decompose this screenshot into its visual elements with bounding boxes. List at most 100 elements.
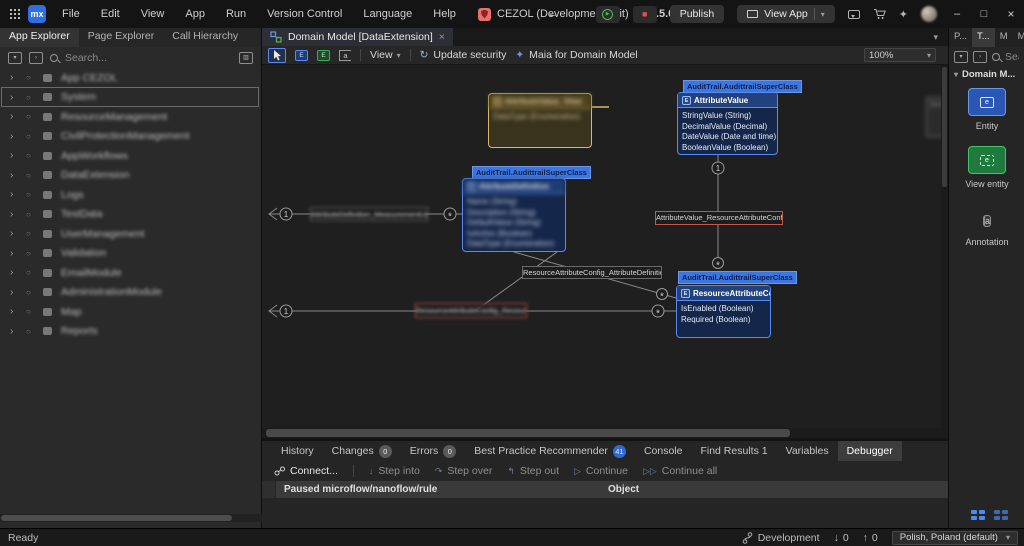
- back-button[interactable]: ←: [548, 8, 559, 20]
- menu-item[interactable]: Help: [433, 8, 456, 20]
- expand-chevron-icon[interactable]: ›: [10, 209, 17, 220]
- scrollbar-thumb[interactable]: [942, 67, 947, 187]
- tab-find-results[interactable]: Find Results 1: [691, 441, 776, 461]
- view-app-caret[interactable]: ▾: [821, 10, 825, 19]
- panel-options-icon[interactable]: ▥: [239, 52, 253, 64]
- feedback-icon[interactable]: [848, 10, 860, 19]
- tree-row[interactable]: › ○ Logs: [0, 185, 262, 205]
- entity-attributedefinition[interactable]: EAttributeDefinition Name (String)Descri…: [462, 178, 566, 252]
- toolbox-item-annotation[interactable]: a Annotation: [949, 210, 1024, 247]
- association-label-rac-attributedefinition[interactable]: ResourceAttributeConfig_AttributeDefinit…: [522, 266, 662, 279]
- add-entity-button[interactable]: E: [295, 50, 308, 61]
- maia-domain-model-button[interactable]: ✦ Maia for Domain Model: [515, 49, 637, 61]
- menu-item[interactable]: Language: [363, 8, 412, 20]
- continue-all-button[interactable]: ▷▷Continue all: [643, 465, 717, 477]
- tab-m1[interactable]: M: [995, 28, 1013, 47]
- incoming-commits[interactable]: ↓ 0: [834, 532, 849, 544]
- expand-chevron-icon[interactable]: ›: [10, 287, 17, 298]
- sidebar-horizontal-scrollbar[interactable]: [0, 514, 262, 522]
- expand-icon[interactable]: ›: [973, 51, 987, 63]
- tree-row[interactable]: › ○ CivilProtectionManagement: [0, 127, 262, 147]
- view-entity-attributevalue-view[interactable]: EAttributeValue_View DataType (Enumerati…: [488, 93, 592, 148]
- connect-button[interactable]: Connect...: [274, 465, 338, 477]
- stop-button[interactable]: ■: [633, 6, 657, 23]
- association-label-measurementunit[interactable]: AttributeDefinition_MeasurementUnit: [310, 207, 428, 221]
- expand-chevron-icon[interactable]: ›: [10, 189, 17, 200]
- debugger-table-body[interactable]: [262, 498, 948, 529]
- grid-view-icon[interactable]: [994, 510, 1009, 522]
- tree-row[interactable]: › ○ ResourceManagement: [0, 107, 262, 127]
- tab-console[interactable]: Console: [635, 441, 692, 461]
- expand-chevron-icon[interactable]: ›: [10, 131, 17, 142]
- run-button[interactable]: ▶: [596, 6, 620, 23]
- menu-item[interactable]: View: [141, 8, 165, 20]
- menu-item[interactable]: Version Control: [267, 8, 342, 20]
- update-security-button[interactable]: ↻ Update security: [420, 49, 507, 61]
- add-annotation-button[interactable]: a: [339, 50, 351, 61]
- explorer-search-input[interactable]: [65, 52, 232, 64]
- column-object[interactable]: Object: [608, 484, 948, 495]
- canvas-vertical-scrollbar[interactable]: [941, 65, 948, 428]
- menu-item[interactable]: Edit: [101, 8, 120, 20]
- tree-row[interactable]: › ○ App CEZOL: [0, 68, 262, 88]
- tree-row[interactable]: › ○ AdministrationModule: [0, 283, 262, 303]
- association-label-attributevalue-rac[interactable]: AttributeValue_ResourceAttributeConfig: [655, 211, 783, 225]
- toolbox-section-header[interactable]: ▾ Domain M...: [949, 67, 1024, 82]
- expand-chevron-icon[interactable]: ›: [10, 248, 17, 259]
- column-paused-flow[interactable]: Paused microflow/nanoflow/rule: [276, 484, 608, 495]
- app-grid-icon[interactable]: [10, 9, 12, 11]
- toolbox-item-view-entity[interactable]: e View entity: [949, 146, 1024, 189]
- add-view-entity-button[interactable]: E: [317, 50, 330, 61]
- tab-best-practice-recommender[interactable]: Best Practice Recommender41: [465, 441, 635, 461]
- tree-row[interactable]: › ○ DataExtension: [0, 166, 262, 186]
- menu-item[interactable]: File: [62, 8, 80, 20]
- expand-chevron-icon[interactable]: ›: [10, 326, 17, 337]
- tree-row[interactable]: › ○ EmailModule: [0, 263, 262, 283]
- user-avatar[interactable]: [921, 6, 937, 22]
- tree-row[interactable]: › ○ UserManagement: [0, 224, 262, 244]
- step-over-button[interactable]: ↷Step over: [435, 465, 493, 477]
- maia-sparkle-icon[interactable]: ✦: [899, 8, 908, 21]
- branch-selector[interactable]: Development: [742, 532, 820, 544]
- tab-toolbox[interactable]: T...: [972, 28, 995, 47]
- expand-chevron-icon[interactable]: ›: [10, 170, 17, 181]
- collapse-all-icon[interactable]: ▾: [8, 52, 22, 64]
- language-select[interactable]: Polish, Poland (default) ▾: [892, 531, 1018, 545]
- expand-chevron-icon[interactable]: ›: [10, 228, 17, 239]
- maximize-button[interactable]: □: [977, 8, 991, 20]
- dashboard-view-icon[interactable]: [971, 510, 986, 522]
- tab-app-explorer[interactable]: App Explorer: [0, 28, 79, 47]
- tree-row[interactable]: › ○ TestData: [0, 205, 262, 225]
- close-window-button[interactable]: ×: [1004, 7, 1018, 21]
- minimize-button[interactable]: –: [950, 8, 964, 20]
- menu-item[interactable]: Run: [226, 8, 246, 20]
- scrollbar-thumb[interactable]: [266, 429, 790, 437]
- locate-document-icon[interactable]: ›: [29, 52, 43, 64]
- view-app-button[interactable]: View App ▾: [737, 5, 835, 23]
- toolbox-item-entity[interactable]: e Entity: [949, 88, 1024, 131]
- view-menu-button[interactable]: View ▾: [370, 49, 401, 61]
- close-tab-icon[interactable]: ×: [439, 31, 445, 43]
- association-label-rac-resource[interactable]: ResourceAttributeConfig_Resource: [415, 303, 527, 318]
- expand-chevron-icon[interactable]: ›: [10, 306, 17, 317]
- expand-chevron-icon[interactable]: ›: [10, 111, 17, 122]
- step-into-button[interactable]: ↓Step into: [369, 465, 420, 477]
- tab-domain-model[interactable]: Domain Model [DataExtension] ×: [262, 28, 453, 46]
- toolbox-search-input[interactable]: [1005, 51, 1019, 63]
- tab-page-explorer[interactable]: Page Explorer: [79, 28, 164, 47]
- entity-attributevalue[interactable]: EAttributeValue StringValue (String)Deci…: [677, 92, 778, 155]
- domain-model-canvas[interactable]: 1 * 1 * * 1 * AttributeDefinition_Measur…: [262, 65, 941, 428]
- publish-button[interactable]: Publish: [670, 5, 724, 23]
- menu-item[interactable]: App: [185, 8, 205, 20]
- tab-changes[interactable]: Changes0: [323, 441, 401, 461]
- expand-chevron-icon[interactable]: ›: [10, 150, 17, 161]
- step-out-button[interactable]: ↰Step out: [507, 465, 559, 477]
- superclass-label-resourceattributeconfig[interactable]: AuditTrail.AudittrailSuperClass: [678, 271, 797, 284]
- tab-variables[interactable]: Variables: [777, 441, 838, 461]
- tab-m2[interactable]: M...: [1013, 28, 1024, 47]
- scrollbar-thumb[interactable]: [1, 515, 232, 521]
- zoom-level-select[interactable]: 100% ▾: [864, 48, 936, 62]
- tree-row[interactable]: › ○ Validation: [0, 244, 262, 264]
- tab-call-hierarchy[interactable]: Call Hierarchy: [163, 28, 247, 47]
- tree-row[interactable]: › ○ AppWorkflows: [0, 146, 262, 166]
